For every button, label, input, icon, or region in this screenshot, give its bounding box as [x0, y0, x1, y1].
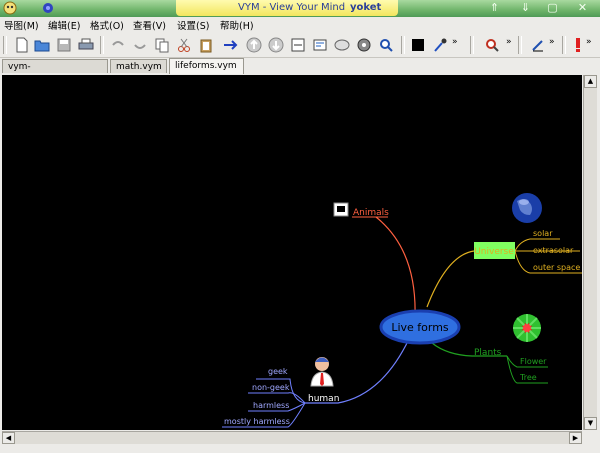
node-solar[interactable]: solar	[533, 229, 553, 238]
window-title: VYM - View Your Mind	[238, 2, 346, 13]
person-icon	[310, 357, 334, 387]
find-icon[interactable]	[378, 37, 394, 53]
new-file-icon[interactable]	[14, 37, 30, 53]
node-non-geek[interactable]: non-geek	[252, 383, 290, 392]
toolbar-overflow-icon[interactable]: »	[586, 37, 600, 53]
link-animals	[375, 216, 416, 318]
mindmap-canvas[interactable]: Live forms Animals Universe solar extras…	[2, 75, 582, 430]
menu-help[interactable]: 帮助(H)	[220, 18, 254, 32]
toolbar: » » » »	[0, 32, 600, 58]
toolbar-separator	[3, 36, 7, 54]
zoom-icon[interactable]	[484, 37, 500, 53]
menu-bar: 导图(M) 编辑(E) 格式(O) 查看(V) 设置(S) 帮助(H)	[0, 17, 600, 32]
app-icon[interactable]	[2, 1, 17, 15]
close-icon[interactable]: ✕	[575, 1, 590, 15]
horizontal-scrollbar[interactable]: ◀ ▶	[2, 431, 582, 444]
menu-map[interactable]: 导图(M)	[4, 18, 39, 32]
menu-settings[interactable]: 设置(S)	[177, 18, 209, 32]
undo-icon[interactable]	[110, 37, 126, 53]
print-icon[interactable]	[78, 37, 94, 53]
node-plants[interactable]: Plants	[474, 348, 502, 358]
tab-lifeforms[interactable]: lifeforms.vym	[169, 58, 244, 74]
toolbar-separator	[518, 36, 522, 54]
edit-heading-icon[interactable]	[530, 37, 546, 53]
tab-math[interactable]: math.vym	[110, 59, 167, 73]
node-flower[interactable]: Flower	[520, 357, 547, 366]
status-bar	[0, 444, 600, 453]
link-universe	[426, 250, 475, 308]
paste-icon[interactable]	[198, 37, 214, 53]
move-up-icon[interactable]	[246, 37, 262, 53]
globe-icon	[512, 193, 542, 223]
pin-icon[interactable]	[40, 1, 55, 15]
menu-view[interactable]: 查看(V)	[133, 18, 166, 32]
open-folder-icon[interactable]	[34, 37, 50, 53]
tab-bar: vym-projectplan.vym math.vym lifeforms.v…	[0, 58, 600, 86]
center-node-label: Live forms	[391, 321, 449, 334]
scroll-icon[interactable]	[334, 37, 350, 53]
maximize-icon[interactable]: ▢	[545, 1, 560, 15]
scroll-right-icon[interactable]: ▶	[569, 432, 582, 444]
toolbar-overflow-icon[interactable]: »	[452, 37, 468, 53]
window-user: yoket	[350, 2, 382, 13]
shade-icon[interactable]: ⇑	[487, 1, 502, 15]
node-geek[interactable]: geek	[268, 367, 288, 376]
mindmap-svg: Live forms Animals Universe solar extras…	[222, 193, 582, 428]
scroll-down-icon[interactable]: ▼	[584, 417, 597, 430]
sort-icon[interactable]	[290, 37, 306, 53]
vertical-scrollbar[interactable]: ▲ ▼	[583, 75, 597, 430]
node-human[interactable]: human	[308, 394, 339, 404]
scroll-left-icon[interactable]: ◀	[2, 432, 15, 444]
copy-icon[interactable]	[154, 37, 170, 53]
exclamation-icon[interactable]	[570, 37, 586, 53]
toolbar-separator	[562, 36, 566, 54]
redo-icon[interactable]	[132, 37, 148, 53]
branch-icon[interactable]	[312, 37, 328, 53]
node-universe[interactable]: Universe	[474, 247, 514, 257]
menu-format[interactable]: 格式(O)	[90, 18, 124, 32]
tab-vym-projectplan[interactable]: vym-projectplan.vym	[2, 59, 108, 86]
node-animals[interactable]: Animals	[353, 208, 389, 218]
link-icon[interactable]	[356, 37, 372, 53]
flower-icon	[513, 314, 541, 342]
move-icon[interactable]	[222, 37, 238, 53]
move-down-icon[interactable]	[268, 37, 284, 53]
scroll-up-icon[interactable]: ▲	[584, 75, 597, 88]
color-swatch-icon[interactable]	[410, 37, 426, 53]
toolbar-separator	[470, 36, 474, 54]
node-tree[interactable]: Tree	[519, 373, 537, 382]
menu-edit[interactable]: 编辑(E)	[48, 18, 80, 32]
toolbar-separator	[100, 36, 104, 54]
node-outer-space[interactable]: outer space	[533, 263, 580, 272]
save-icon[interactable]	[56, 37, 72, 53]
pick-color-icon[interactable]	[432, 37, 448, 53]
animal-icon	[333, 202, 349, 217]
node-extrasolar[interactable]: extrasolar	[533, 246, 574, 255]
toolbar-separator	[401, 36, 405, 54]
cut-icon[interactable]	[176, 37, 192, 53]
title-bar: VYM - View Your Mind yoket ⇑ ⇓ ▢ ✕	[0, 0, 600, 17]
node-mostly-harmless[interactable]: mostly harmless	[224, 417, 290, 426]
minimize-icon[interactable]: ⇓	[518, 1, 533, 15]
node-harmless[interactable]: harmless	[253, 401, 289, 410]
